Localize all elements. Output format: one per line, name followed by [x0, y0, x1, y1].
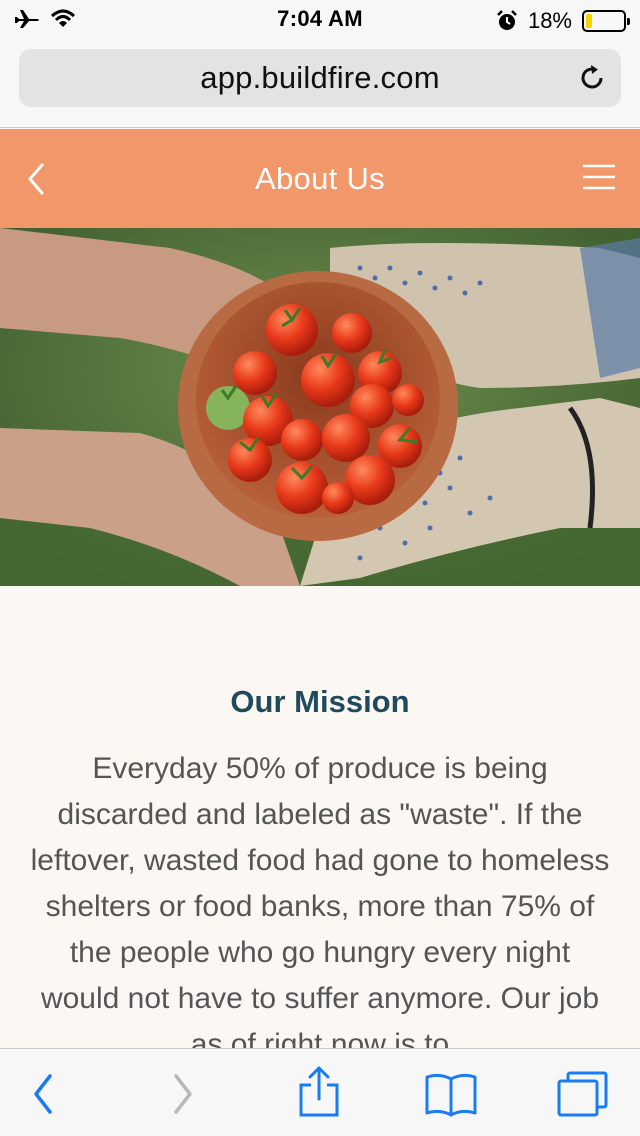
url-bar[interactable]: app.buildfire.com	[19, 49, 621, 107]
back-icon[interactable]	[30, 1071, 56, 1117]
chevron-left-icon[interactable]	[22, 161, 52, 197]
bookmarks-icon[interactable]	[424, 1071, 478, 1117]
battery-tip	[627, 18, 630, 25]
mission-text: Everyday 50% of produce is being discard…	[30, 752, 610, 1048]
status-bar: 7:04 AM 18%	[0, 0, 640, 40]
browser-url-area: app.buildfire.com	[0, 40, 640, 128]
hero-image	[0, 228, 640, 586]
alarm-icon	[497, 10, 517, 30]
battery-icon	[582, 10, 630, 32]
mission-heading: Our Mission	[230, 684, 410, 719]
battery-fill	[586, 14, 593, 28]
reload-icon[interactable]	[577, 63, 607, 93]
share-icon[interactable]	[298, 1065, 340, 1119]
tabs-icon[interactable]	[556, 1071, 610, 1117]
hero-photo	[0, 228, 640, 586]
content-section: Our Mission Everyday 50% of produce is b…	[0, 586, 640, 1048]
app-header: About Us	[0, 129, 640, 228]
forward-icon[interactable]	[170, 1071, 196, 1117]
battery-percent: 18%	[527, 8, 572, 33]
status-right: 18%	[496, 8, 630, 34]
browser-toolbar	[0, 1048, 640, 1136]
url-text[interactable]: app.buildfire.com	[200, 60, 439, 96]
page-title: About Us	[255, 160, 385, 196]
hamburger-menu-icon[interactable]	[582, 163, 616, 191]
